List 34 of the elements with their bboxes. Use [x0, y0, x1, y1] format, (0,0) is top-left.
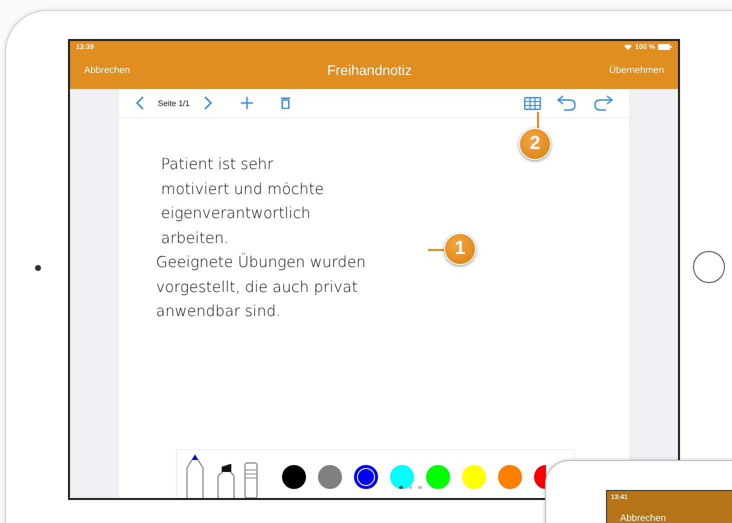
page-indicator: Seite 1/1 [158, 98, 190, 108]
screen-title: Freihandnotiz [327, 62, 412, 78]
cancel-button[interactable]: Abbrechen [76, 62, 138, 78]
handwritten-line: Patient ist sehr [161, 154, 274, 175]
handwritten-line: motiviert und möchte [161, 178, 324, 200]
page-dot[interactable] [399, 486, 402, 489]
handwritten-line: Geeignete Übungen wurden [156, 252, 366, 273]
handwritten-line: anwendbar sind. [156, 301, 281, 322]
cancel-button[interactable]: Abbrechen [620, 513, 666, 523]
page-dot[interactable] [418, 486, 422, 489]
handwritten-line: vorgestellt, die auch privat [156, 276, 358, 298]
color-swatch[interactable] [354, 465, 378, 489]
color-swatch[interactable] [462, 465, 486, 489]
forward-icon[interactable] [204, 96, 213, 110]
color-swatch[interactable] [534, 465, 546, 489]
color-swatch[interactable] [390, 465, 414, 489]
color-swatch[interactable] [426, 465, 450, 489]
marker-tool-icon[interactable] [216, 464, 236, 498]
battery-icon [658, 44, 672, 50]
apply-button[interactable]: Übernehmen [601, 62, 672, 78]
redo-icon[interactable] [593, 95, 613, 111]
eraser-tool-icon[interactable] [244, 462, 258, 498]
color-swatch[interactable] [498, 465, 522, 489]
back-icon[interactable] [135, 96, 144, 110]
add-icon[interactable] [240, 97, 253, 109]
undo-icon[interactable] [557, 95, 577, 111]
page-dot[interactable] [408, 486, 412, 489]
color-swatch[interactable] [318, 465, 342, 489]
handwritten-line: arbeiten. [161, 228, 229, 248]
handwritten-line: eigenverantwortlich [161, 203, 311, 224]
trash-icon[interactable] [280, 97, 290, 109]
wifi-icon [624, 44, 632, 50]
color-swatch[interactable] [282, 465, 306, 489]
grid-icon[interactable] [524, 96, 541, 110]
